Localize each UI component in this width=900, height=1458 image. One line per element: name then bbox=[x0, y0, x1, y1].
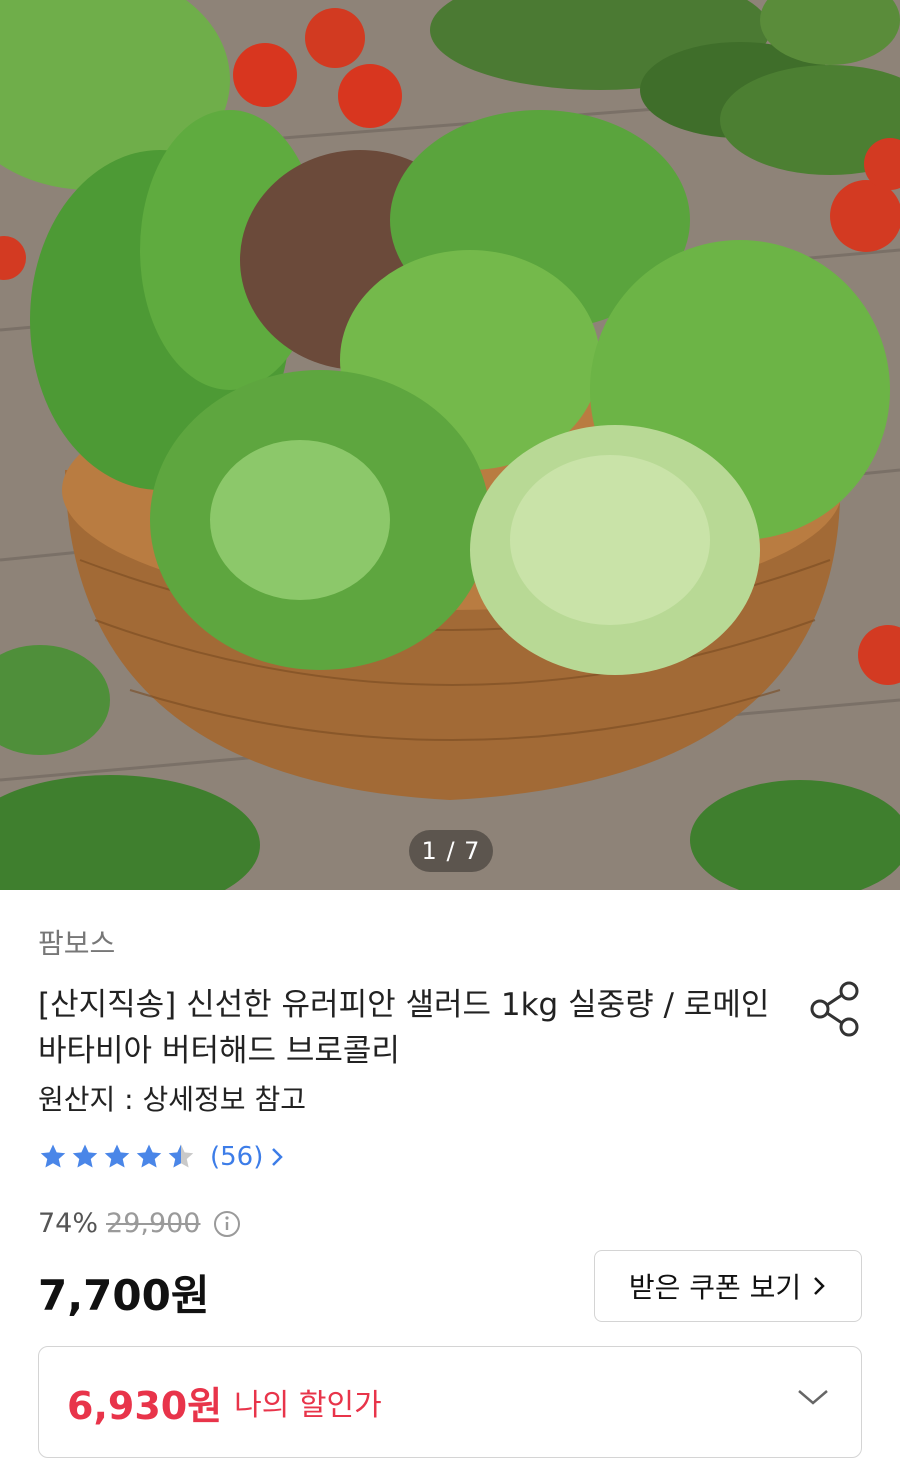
chevron-right-icon bbox=[269, 1145, 285, 1169]
chevron-right-icon bbox=[814, 1277, 825, 1295]
image-counter: 1 / 7 bbox=[409, 830, 493, 872]
star-icon bbox=[72, 1144, 98, 1168]
discount-rate: 74% bbox=[38, 1208, 99, 1239]
my-discount-price-panel[interactable]: 6,930원 나의 할인가 bbox=[38, 1346, 862, 1458]
share-button[interactable] bbox=[806, 980, 864, 1038]
star-icon bbox=[40, 1144, 66, 1168]
info-icon[interactable] bbox=[213, 1210, 241, 1238]
review-count[interactable]: (56) bbox=[210, 1142, 263, 1172]
my-discount-label: 나의 할인가 bbox=[234, 1388, 382, 1423]
my-discount-price: 6,930원 bbox=[67, 1383, 223, 1428]
discount-row: 74% 29,900 bbox=[38, 1208, 241, 1239]
rating-stars bbox=[38, 1142, 196, 1172]
rating-row[interactable]: (56) bbox=[38, 1142, 285, 1172]
sale-price: 7,700원 bbox=[38, 1271, 210, 1320]
coupon-view-button[interactable]: 받은 쿠폰 보기 bbox=[594, 1250, 862, 1322]
product-photo bbox=[0, 0, 900, 890]
share-icon bbox=[810, 981, 859, 1037]
product-image-carousel[interactable]: 1 / 7 bbox=[0, 0, 900, 890]
product-title: [산지직송] 신선한 유러피안 샐러드 1kg 실중량 / 로메인 바타비아 버… bbox=[38, 987, 770, 1069]
chevron-down-icon bbox=[798, 1390, 828, 1405]
star-icon bbox=[136, 1144, 162, 1168]
origin-info: 원산지 : 상세정보 참고 bbox=[38, 1083, 306, 1116]
original-price: 29,900 bbox=[106, 1208, 201, 1239]
coupon-button-label: 받은 쿠폰 보기 bbox=[628, 1271, 802, 1304]
half-star-icon bbox=[168, 1144, 194, 1168]
seller-name[interactable]: 팜보스 bbox=[38, 922, 115, 962]
star-icon bbox=[104, 1144, 130, 1168]
